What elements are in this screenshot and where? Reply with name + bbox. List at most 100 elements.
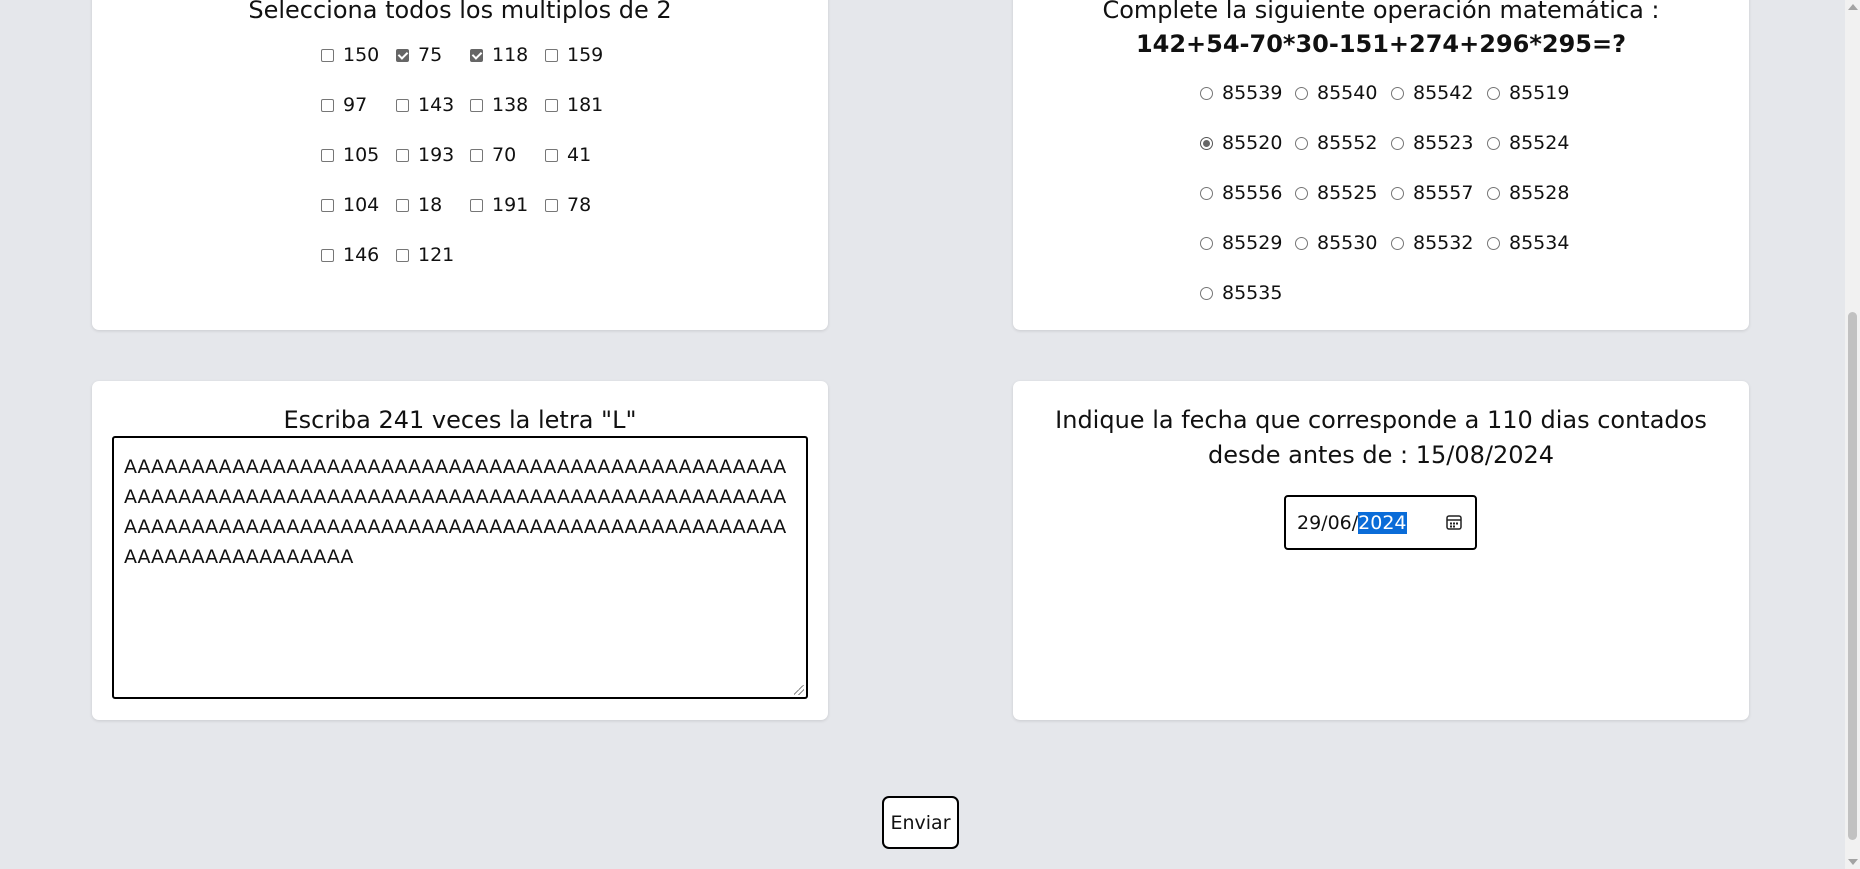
multiple-option[interactable]: 104 xyxy=(320,190,395,220)
math-option[interactable]: 85535 xyxy=(1199,278,1294,308)
checkbox-icon[interactable] xyxy=(545,48,558,62)
math-option[interactable]: 85524 xyxy=(1486,128,1582,158)
resize-grip-icon[interactable] xyxy=(794,685,804,695)
multiple-option[interactable]: 105 xyxy=(320,140,395,170)
multiple-option[interactable]: 121 xyxy=(395,240,469,270)
radio-icon[interactable] xyxy=(1200,186,1213,200)
multiple-option-label: 104 xyxy=(343,194,380,216)
checkbox-icon[interactable] xyxy=(545,98,558,112)
date-input[interactable]: 29/06/2024 xyxy=(1284,495,1477,550)
math-option[interactable]: 85519 xyxy=(1486,78,1582,108)
checkbox-icon[interactable] xyxy=(321,98,334,112)
checkbox-icon[interactable] xyxy=(396,98,409,112)
multiple-option-label: 97 xyxy=(343,94,368,116)
checkbox-icon[interactable] xyxy=(321,148,334,162)
letters-card: Escriba 241 veces la letra "L" AAAAAAAAA… xyxy=(92,381,828,720)
radio-selected-icon[interactable] xyxy=(1200,136,1213,150)
math-option[interactable]: 85532 xyxy=(1390,228,1486,258)
checkbox-icon[interactable] xyxy=(470,198,483,212)
multiple-option[interactable]: 191 xyxy=(469,190,544,220)
multiples-title: Selecciona todos los multiplos de 2 xyxy=(248,0,672,24)
radio-icon[interactable] xyxy=(1391,136,1404,150)
radio-icon[interactable] xyxy=(1295,136,1308,150)
math-option[interactable]: 85552 xyxy=(1294,128,1390,158)
math-option[interactable]: 85539 xyxy=(1199,78,1294,108)
math-option-label: 85557 xyxy=(1413,182,1474,204)
multiple-option[interactable]: 181 xyxy=(544,90,619,120)
date-title: Indique la fecha que corresponde a 110 d… xyxy=(1055,406,1707,469)
math-option-label: 85530 xyxy=(1317,232,1378,254)
math-option[interactable]: 85557 xyxy=(1390,178,1486,208)
checkbox-icon[interactable] xyxy=(470,148,483,162)
multiple-option-label: 143 xyxy=(418,94,455,116)
multiple-option[interactable]: 78 xyxy=(544,190,619,220)
checkbox-icon[interactable] xyxy=(545,148,558,162)
multiple-option[interactable]: 138 xyxy=(469,90,544,120)
checkbox-icon[interactable] xyxy=(321,48,334,62)
radio-icon[interactable] xyxy=(1487,236,1500,250)
checkbox-icon[interactable] xyxy=(545,198,558,212)
math-option[interactable]: 85556 xyxy=(1199,178,1294,208)
multiple-option[interactable]: 150 xyxy=(320,40,395,70)
radio-icon[interactable] xyxy=(1295,86,1308,100)
submit-button[interactable]: Enviar xyxy=(882,796,959,849)
math-option[interactable]: 85520 xyxy=(1199,128,1294,158)
math-option[interactable]: 85534 xyxy=(1486,228,1582,258)
checkbox-icon[interactable] xyxy=(321,198,334,212)
checkbox-checked-icon[interactable] xyxy=(396,48,409,62)
multiple-option-label: 70 xyxy=(492,144,517,166)
letters-textarea-value: AAAAAAAAAAAAAAAAAAAAAAAAAAAAAAAAAAAAAAAA… xyxy=(124,456,787,568)
math-option[interactable]: 85528 xyxy=(1486,178,1582,208)
multiple-option[interactable]: 97 xyxy=(320,90,395,120)
math-option-label: 85525 xyxy=(1317,182,1378,204)
radio-icon[interactable] xyxy=(1391,236,1404,250)
math-option-label: 85539 xyxy=(1222,82,1283,104)
letters-textarea[interactable]: AAAAAAAAAAAAAAAAAAAAAAAAAAAAAAAAAAAAAAAA… xyxy=(112,436,808,699)
radio-icon[interactable] xyxy=(1295,186,1308,200)
multiple-option[interactable]: 70 xyxy=(469,140,544,170)
multiple-option[interactable]: 193 xyxy=(395,140,469,170)
date-card: Indique la fecha que corresponde a 110 d… xyxy=(1013,381,1749,720)
math-option-label: 85529 xyxy=(1222,232,1283,254)
radio-icon[interactable] xyxy=(1391,186,1404,200)
radio-icon[interactable] xyxy=(1487,136,1500,150)
math-option[interactable]: 85542 xyxy=(1390,78,1486,108)
math-option-label: 85556 xyxy=(1222,182,1283,204)
multiple-option[interactable]: 41 xyxy=(544,140,619,170)
multiple-option-label: 118 xyxy=(492,44,529,66)
multiple-option[interactable]: 18 xyxy=(395,190,469,220)
radio-icon[interactable] xyxy=(1487,86,1500,100)
checkbox-icon[interactable] xyxy=(321,248,334,262)
checkbox-icon[interactable] xyxy=(396,198,409,212)
checkbox-icon[interactable] xyxy=(470,98,483,112)
multiple-option-label: 138 xyxy=(492,94,529,116)
page-scrollbar[interactable] xyxy=(1845,0,1860,869)
checkbox-icon[interactable] xyxy=(396,148,409,162)
radio-icon[interactable] xyxy=(1487,186,1500,200)
radio-icon[interactable] xyxy=(1391,86,1404,100)
multiple-option[interactable]: 146 xyxy=(320,240,395,270)
math-option[interactable]: 85523 xyxy=(1390,128,1486,158)
math-expression: 142+54-70*30-151+274+296*295=? xyxy=(1135,30,1627,58)
math-option[interactable]: 85529 xyxy=(1199,228,1294,258)
multiple-option[interactable]: 143 xyxy=(395,90,469,120)
scroll-thumb[interactable] xyxy=(1848,312,1857,840)
radio-icon[interactable] xyxy=(1295,236,1308,250)
checkbox-icon[interactable] xyxy=(396,248,409,262)
radio-icon[interactable] xyxy=(1200,286,1213,300)
math-option[interactable]: 85525 xyxy=(1294,178,1390,208)
math-option-label: 85532 xyxy=(1413,232,1474,254)
math-option[interactable]: 85540 xyxy=(1294,78,1390,108)
multiple-option[interactable]: 159 xyxy=(544,40,619,70)
multiple-option-label: 18 xyxy=(418,194,443,216)
multiple-option[interactable]: 118 xyxy=(469,40,544,70)
letters-title: Escriba 241 veces la letra "L" xyxy=(283,406,637,434)
calendar-icon[interactable] xyxy=(1445,513,1463,531)
checkbox-checked-icon[interactable] xyxy=(470,48,483,62)
multiple-option[interactable]: 75 xyxy=(395,40,469,70)
scroll-up-arrow-icon[interactable] xyxy=(1848,4,1858,10)
radio-icon[interactable] xyxy=(1200,236,1213,250)
scroll-down-arrow-icon[interactable] xyxy=(1848,859,1858,865)
radio-icon[interactable] xyxy=(1200,86,1213,100)
math-option[interactable]: 85530 xyxy=(1294,228,1390,258)
